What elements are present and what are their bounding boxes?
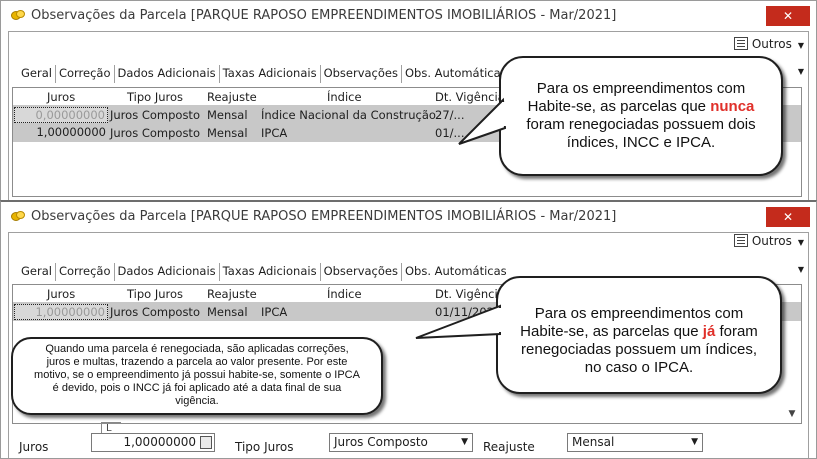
cell-juros[interactable]: 1,00000000 [14, 125, 108, 141]
callout-top: Para os empreendimentos com Habite-se, a… [458, 56, 783, 176]
col-tipo-juros[interactable]: Tipo Juros [127, 287, 183, 301]
callout-middle: Para os empreendimentos com Habite-se, a… [415, 276, 782, 394]
col-reajuste[interactable]: Reajuste [207, 287, 257, 301]
title-bar[interactable]: Observações da Parcela [PARQUE RAPOSO EM… [1, 1, 816, 31]
tab-overflow-icon[interactable]: ▼ [798, 265, 804, 274]
reajuste-select[interactable]: Mensal ▼ [567, 433, 703, 452]
cell-juros[interactable]: 0,00000000 [14, 107, 108, 123]
chevron-down-icon: ▼ [797, 41, 804, 50]
chevron-down-icon: ▼ [461, 437, 468, 447]
juros-input-value: 1,00000000 [123, 435, 196, 449]
tab-dados-adicionais[interactable]: Dados Adicionais [115, 65, 220, 83]
juros-input[interactable]: 1,00000000 [91, 433, 215, 452]
tab-taxas-adicionais[interactable]: Taxas Adicionais [220, 65, 321, 83]
list-icon [733, 234, 748, 247]
tab-geral[interactable]: Geral [18, 263, 56, 281]
tab-obs-automaticas[interactable]: Obs. Automáticas [402, 263, 510, 281]
col-juros[interactable]: Juros [47, 287, 75, 301]
callout-left-text: Quando uma parcela é renegociada, são ap… [34, 343, 360, 407]
chevron-down-icon: ▼ [691, 437, 698, 447]
tab-observacoes[interactable]: Observações [321, 263, 402, 281]
cell-tipo-juros[interactable]: Juros Composto [110, 126, 200, 140]
col-vigencia[interactable]: Dt. Vigência [435, 287, 505, 301]
list-icon [733, 37, 748, 50]
chevron-down-icon: ▼ [797, 238, 804, 247]
col-indice[interactable]: Índice [327, 90, 362, 104]
tab-bar: Geral Correção Dados Adicionais Taxas Ad… [18, 263, 510, 281]
tab-taxas-adicionais[interactable]: Taxas Adicionais [220, 263, 321, 281]
title-bar[interactable]: Observações da Parcela [PARQUE RAPOSO EM… [1, 202, 816, 232]
close-button[interactable]: ✕ [766, 207, 810, 227]
cell-juros[interactable]: 1,00000000 [14, 304, 108, 320]
cell-reajuste[interactable]: Mensal [207, 305, 248, 319]
tab-correcao[interactable]: Correção [55, 263, 115, 281]
col-reajuste[interactable]: Reajuste [207, 90, 257, 104]
outros-menu[interactable]: Outros ▼ [733, 37, 804, 53]
tab-bar: Geral Correção Dados Adicionais Taxas Ad… [18, 65, 510, 83]
tab-correcao[interactable]: Correção [55, 65, 115, 83]
cell-indice[interactable]: IPCA [261, 305, 287, 319]
callout-tail [458, 97, 507, 145]
cell-reajuste[interactable]: Mensal [207, 108, 248, 122]
tab-geral[interactable]: Geral [18, 65, 56, 83]
tab-obs-automaticas[interactable]: Obs. Automáticas [402, 65, 510, 83]
tab-dados-adicionais[interactable]: Dados Adicionais [115, 263, 220, 281]
tab-overflow-icon[interactable]: ▼ [798, 67, 804, 76]
juros-form-row: Juros 1,00000000 Tipo Juros Juros Compos… [1, 433, 816, 455]
reajuste-label: Reajuste [483, 440, 535, 454]
coins-icon [11, 10, 25, 20]
outros-label: Outros [751, 37, 792, 51]
col-tipo-juros[interactable]: Tipo Juros [127, 90, 183, 104]
outros-menu[interactable]: Outros ▼ [733, 234, 804, 250]
window-title: Observações da Parcela [PARQUE RAPOSO EM… [31, 8, 617, 23]
calculator-icon[interactable] [200, 436, 212, 449]
callout-top-post: foram renegociadas possuem dois índices,… [526, 116, 756, 151]
callout-middle-highlight: já [702, 323, 716, 340]
outros-label: Outros [751, 234, 792, 248]
callout-top-highlight: nunca [710, 98, 755, 115]
col-indice[interactable]: Índice [327, 287, 362, 301]
callout-middle-text: Para os empreendimentos com Habite-se, a… [512, 305, 766, 377]
tipo-juros-label: Tipo Juros [235, 440, 294, 454]
tab-observacoes[interactable]: Observações [321, 65, 402, 83]
callout-left: Quando uma parcela é renegociada, são ap… [11, 337, 383, 415]
window-title: Observações da Parcela [PARQUE RAPOSO EM… [31, 209, 617, 224]
reajuste-select-value: Mensal [572, 435, 615, 449]
callout-top-text: Para os empreendimentos com Habite-se, a… [515, 80, 767, 152]
close-button[interactable]: ✕ [766, 6, 810, 26]
coins-icon [11, 211, 25, 221]
cell-tipo-juros[interactable]: Juros Composto [110, 305, 200, 319]
cell-tipo-juros[interactable]: Juros Composto [110, 108, 200, 122]
cell-indice[interactable]: Índice Nacional da Construção [261, 108, 436, 122]
callout-tail [415, 304, 503, 339]
cell-indice[interactable]: IPCA [261, 126, 287, 140]
col-juros[interactable]: Juros [47, 90, 75, 104]
tipo-juros-select[interactable]: Juros Composto ▼ [329, 433, 473, 452]
juros-label: Juros [19, 440, 49, 454]
scroll-down-icon[interactable]: ▼ [784, 406, 800, 422]
tipo-juros-select-value: Juros Composto [334, 435, 428, 449]
cell-reajuste[interactable]: Mensal [207, 126, 248, 140]
